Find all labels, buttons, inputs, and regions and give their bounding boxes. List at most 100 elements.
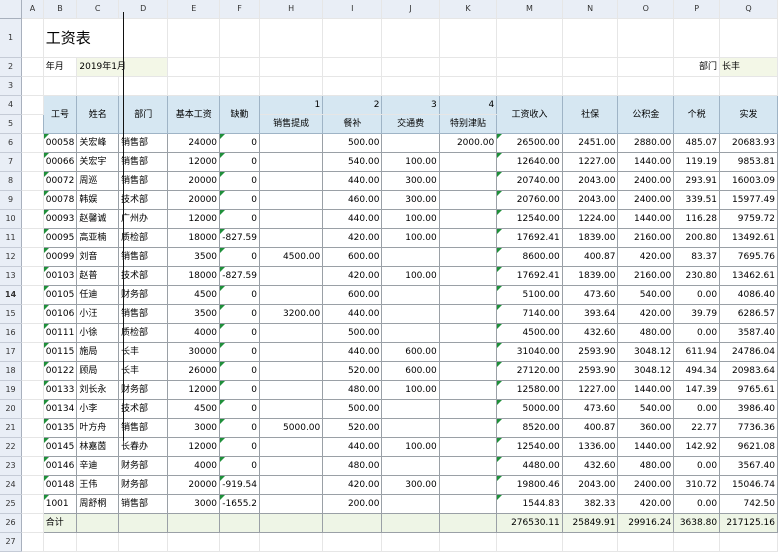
cell-dept[interactable]: 销售部 (118, 304, 169, 324)
cell-absence[interactable]: 0 (219, 380, 261, 400)
cell-special[interactable]: 2000.00 (438, 133, 498, 153)
dept-label[interactable]: 部门 (673, 57, 721, 77)
row-header[interactable]: 12 (0, 247, 23, 267)
cell-absence[interactable]: 0 (219, 247, 261, 267)
freeze-pane-divider[interactable] (123, 12, 124, 441)
cell-special[interactable] (438, 209, 498, 229)
cell-base[interactable]: 20000 (167, 171, 221, 191)
cell-fund[interactable]: 2880.00 (617, 133, 675, 153)
cell-dept[interactable]: 质检部 (118, 323, 169, 343)
cell-meal[interactable]: 520.00 (322, 418, 383, 438)
cell-name[interactable]: 周巡 (76, 171, 120, 191)
row-header[interactable]: 3 (0, 76, 23, 96)
header-sales[interactable]: 销售提成 (259, 114, 324, 134)
cell-dept[interactable]: 财务部 (118, 285, 169, 305)
cell-name[interactable]: 赵馨诚 (76, 209, 120, 229)
cell-name[interactable]: 刘音 (76, 247, 120, 267)
cell-income[interactable]: 5100.00 (496, 285, 563, 305)
cell-income[interactable]: 1544.83 (496, 494, 563, 514)
cell-income[interactable]: 27120.00 (496, 361, 563, 381)
cell-base[interactable]: 20000 (167, 190, 221, 210)
cell-sales[interactable] (259, 190, 324, 210)
total-label[interactable]: 合计 (42, 513, 78, 533)
cell-social[interactable]: 2043.00 (561, 475, 619, 495)
column-header[interactable]: D (118, 0, 169, 19)
cell-income[interactable]: 4480.00 (496, 456, 563, 476)
cell-sales[interactable] (259, 209, 324, 229)
cell-absence[interactable]: 0 (219, 190, 261, 210)
cell-absence[interactable]: 0 (219, 323, 261, 343)
cell-meal[interactable]: 200.00 (322, 494, 383, 514)
cell-absence[interactable]: 0 (219, 152, 261, 172)
cell-id[interactable]: 00148 (42, 475, 78, 495)
row-header[interactable]: 24 (0, 475, 23, 495)
cell-tax[interactable]: 22.77 (673, 418, 721, 438)
cell-income[interactable]: 12640.00 (496, 152, 563, 172)
cell-fund[interactable]: 2400.00 (617, 475, 675, 495)
cell-meal[interactable]: 520.00 (322, 361, 383, 381)
row-header[interactable]: 23 (0, 456, 23, 476)
cell-base[interactable]: 3500 (167, 304, 221, 324)
cell-special[interactable] (438, 247, 498, 267)
total-social[interactable]: 25849.91 (561, 513, 619, 533)
cell-base[interactable]: 3000 (167, 494, 221, 514)
cell-social[interactable]: 2593.90 (561, 342, 619, 362)
cell-net[interactable]: 20683.93 (719, 133, 778, 153)
cell-dept[interactable]: 销售部 (118, 494, 169, 514)
total-fund[interactable]: 29916.24 (617, 513, 675, 533)
cell-dept[interactable]: 销售部 (118, 418, 169, 438)
cell-traffic[interactable] (381, 418, 440, 438)
row-header[interactable]: 21 (0, 418, 23, 438)
cell-absence[interactable]: 0 (219, 304, 261, 324)
cell-meal[interactable]: 480.00 (322, 456, 383, 476)
cell-net[interactable]: 9853.81 (719, 152, 778, 172)
cell-dept[interactable]: 财务部 (118, 456, 169, 476)
cell-meal[interactable]: 480.00 (322, 380, 383, 400)
cell-base[interactable]: 20000 (167, 475, 221, 495)
cell-dept[interactable]: 销售部 (118, 152, 169, 172)
cell-traffic[interactable]: 100.00 (381, 380, 440, 400)
cell-dept[interactable]: 销售部 (118, 133, 169, 153)
cell-meal[interactable]: 440.00 (322, 209, 383, 229)
cell-sales[interactable] (259, 437, 324, 457)
select-all-corner[interactable] (0, 0, 23, 19)
cell-base[interactable]: 12000 (167, 380, 221, 400)
cell-traffic[interactable] (381, 399, 440, 419)
cell-meal[interactable]: 440.00 (322, 171, 383, 191)
column-header[interactable]: P (673, 0, 721, 19)
header-traffic[interactable]: 交通费 (381, 114, 440, 134)
cell-fund[interactable]: 420.00 (617, 304, 675, 324)
row-header[interactable]: 7 (0, 152, 23, 172)
row-header[interactable]: 8 (0, 171, 23, 191)
column-header[interactable]: F (219, 0, 261, 19)
cell-net[interactable]: 24786.04 (719, 342, 778, 362)
cell-net[interactable]: 9759.72 (719, 209, 778, 229)
cell-id[interactable]: 00111 (42, 323, 78, 343)
cell-traffic[interactable]: 100.00 (381, 209, 440, 229)
cell-dept[interactable]: 财务部 (118, 475, 169, 495)
cell-sales[interactable] (259, 323, 324, 343)
cell-special[interactable] (438, 380, 498, 400)
cell-meal[interactable]: 600.00 (322, 247, 383, 267)
cell-meal[interactable]: 500.00 (322, 323, 383, 343)
cell-social[interactable]: 1336.00 (561, 437, 619, 457)
cell-traffic[interactable] (381, 494, 440, 514)
cell-base[interactable]: 4500 (167, 399, 221, 419)
cell-dept[interactable]: 长春办 (118, 437, 169, 457)
cell-name[interactable]: 顾局 (76, 361, 120, 381)
cell-base[interactable]: 3000 (167, 418, 221, 438)
cell-social[interactable]: 2451.00 (561, 133, 619, 153)
cell-net[interactable]: 9621.08 (719, 437, 778, 457)
cell-special[interactable] (438, 171, 498, 191)
cell-fund[interactable]: 2160.00 (617, 266, 675, 286)
cell-social[interactable]: 1227.00 (561, 380, 619, 400)
header-absence[interactable]: 缺勤 (219, 95, 261, 134)
cell-name[interactable]: 小徐 (76, 323, 120, 343)
header-special[interactable]: 特别津贴 (438, 114, 498, 134)
header-net[interactable]: 实发 (719, 95, 778, 134)
cell-absence[interactable]: 0 (219, 171, 261, 191)
cell-traffic[interactable]: 100.00 (381, 437, 440, 457)
cell-fund[interactable]: 2160.00 (617, 228, 675, 248)
cell-meal[interactable]: 420.00 (322, 266, 383, 286)
cell-base[interactable]: 12000 (167, 152, 221, 172)
